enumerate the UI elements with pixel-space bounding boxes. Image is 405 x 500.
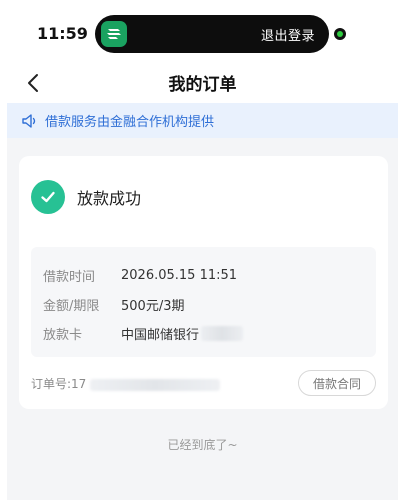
order-status: 放款成功 <box>31 180 141 214</box>
camera-indicator-icon <box>334 28 346 40</box>
post-bank-icon <box>101 21 127 47</box>
detail-value: 2026.05.15 11:51 <box>121 268 238 283</box>
dynamic-island[interactable]: 退出登录 <box>95 15 329 53</box>
page-title: 我的订单 <box>168 75 237 95</box>
order-footer: 订单号:17 借款合同 <box>31 370 376 396</box>
status-text: 放款成功 <box>77 189 142 208</box>
speaker-icon <box>21 113 37 129</box>
nav-bar: 我的订单 <box>0 64 405 100</box>
order-number: 订单号:17 <box>31 375 221 392</box>
redacted-card-number <box>201 326 244 341</box>
status-bar: 11:59 退出登录 <box>0 0 405 64</box>
order-card: 放款成功 借款时间 2026.05.15 11:51 金额/期限 500元/3期… <box>19 156 388 409</box>
detail-value: 500元/3期 <box>121 299 185 314</box>
detail-row-card: 放款卡 中国邮储银行 <box>43 319 376 348</box>
order-number-label: 订单号:17 <box>31 377 87 391</box>
detail-label: 金额/期限 <box>43 299 100 314</box>
detail-value: 中国邮储银行 <box>121 328 200 343</box>
detail-label: 借款时间 <box>43 270 96 285</box>
page-content: 借款服务由金融合作机构提供 放款成功 借款时间 2026.05.15 11:51… <box>7 103 398 500</box>
status-time: 11:59 <box>37 24 88 43</box>
order-details: 借款时间 2026.05.15 11:51 金额/期限 500元/3期 放款卡 … <box>31 247 376 357</box>
check-circle-icon <box>31 180 65 214</box>
notice-text: 借款服务由金融合作机构提供 <box>45 115 215 130</box>
notice-bar: 借款服务由金融合作机构提供 <box>7 103 398 138</box>
detail-row-amount: 金额/期限 500元/3期 <box>43 290 376 319</box>
end-of-list-tip: 已经到底了~ <box>167 438 238 452</box>
logout-button[interactable]: 退出登录 <box>261 25 315 44</box>
detail-row-time: 借款时间 2026.05.15 11:51 <box>43 261 376 290</box>
loan-contract-button[interactable]: 借款合同 <box>298 370 376 396</box>
redacted-order-number <box>90 378 221 391</box>
detail-label: 放款卡 <box>43 328 83 343</box>
